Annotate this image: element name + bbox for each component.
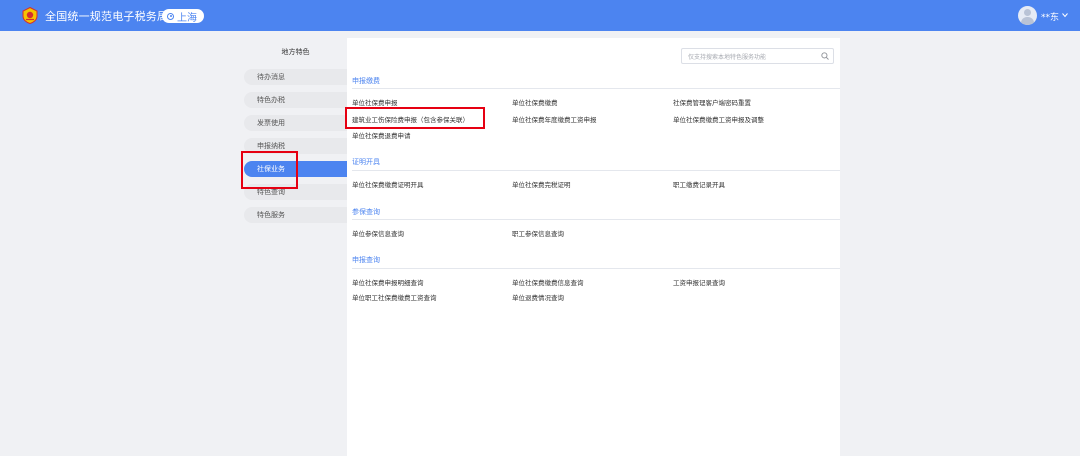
section-divider	[352, 88, 840, 89]
region-badge[interactable]: 上海	[162, 9, 204, 24]
sidebar-item-special-tax[interactable]: 特色办税	[244, 92, 347, 108]
service-link[interactable]: 单位社保费缴费证明开具	[352, 179, 424, 189]
chevron-down-icon[interactable]	[1062, 12, 1068, 18]
service-link[interactable]: 单位参保信息查询	[352, 228, 404, 238]
search-box[interactable]: 仅支持搜索本地特色服务功能	[681, 48, 834, 64]
service-link[interactable]: 单位社保费缴费信息查询	[512, 277, 584, 287]
service-link[interactable]: 单位社保费完税证明	[512, 179, 571, 189]
section-title-certificate: 证明开具	[352, 158, 380, 166]
sidebar-item-special-service[interactable]: 特色服务	[244, 207, 347, 223]
section-divider	[352, 219, 840, 220]
sidebar-title: 地方特色	[281, 48, 310, 56]
sidebar-item-declare[interactable]: 申报纳税	[244, 138, 347, 154]
section-divider	[352, 170, 840, 171]
service-link[interactable]: 单位社保费退费申请	[352, 130, 411, 140]
section-title-declare-query: 申报查询	[352, 256, 380, 264]
service-link[interactable]: 职工缴费记录开具	[673, 179, 725, 189]
service-link[interactable]: 单位退费情况查询	[512, 292, 564, 302]
search-icon[interactable]	[821, 52, 829, 60]
sidebar-item-special-query[interactable]: 特色查询	[244, 184, 347, 200]
section-title-insured-query: 参保查询	[352, 208, 380, 216]
avatar-body	[1021, 17, 1034, 25]
service-link[interactable]: 职工参保信息查询	[512, 228, 564, 238]
location-icon	[167, 12, 174, 20]
service-link[interactable]: 单位社保费年度缴费工资申报	[512, 114, 597, 124]
section-divider	[352, 268, 840, 269]
service-link[interactable]: 单位社保费申报	[352, 97, 398, 107]
region-label: 上海	[177, 12, 197, 24]
service-link[interactable]: 工资申报记录查询	[673, 277, 725, 287]
app-title: 全国统一规范电子税务局	[45, 10, 169, 23]
service-link[interactable]: 社保费管理客户端密码重置	[673, 97, 751, 107]
search-placeholder: 仅支持搜索本地特色服务功能	[688, 54, 767, 61]
top-bar: 全国统一规范电子税务局 上海 **东	[0, 0, 1080, 31]
service-link-construction-injury[interactable]: 建筑业工伤保险费申报（包含参保关联）	[352, 114, 469, 124]
sidebar: 地方特色 待办消息 特色办税 发票使用 申报纳税 社保业务 特色查询 特色服务	[244, 38, 347, 456]
sidebar-item-invoice[interactable]: 发票使用	[244, 115, 347, 131]
service-link[interactable]: 单位职工社保费缴费工资查询	[352, 292, 437, 302]
avatar-head	[1024, 9, 1031, 16]
content-panel: 仅支持搜索本地特色服务功能 申报缴费 单位社保费申报 单位社保费缴费 社保费管理…	[347, 38, 840, 456]
tax-emblem-icon	[22, 7, 38, 24]
username[interactable]: **东	[1041, 10, 1059, 23]
user-avatar[interactable]	[1018, 6, 1037, 25]
service-link[interactable]: 单位社保费缴费工资申报及调整	[673, 114, 764, 124]
section-title-declare: 申报缴费	[352, 77, 380, 85]
sidebar-item-todo[interactable]: 待办消息	[244, 69, 347, 85]
sidebar-item-social-security[interactable]: 社保业务	[244, 161, 347, 177]
service-link[interactable]: 单位社保费申报明细查询	[352, 277, 424, 287]
service-link[interactable]: 单位社保费缴费	[512, 97, 558, 107]
